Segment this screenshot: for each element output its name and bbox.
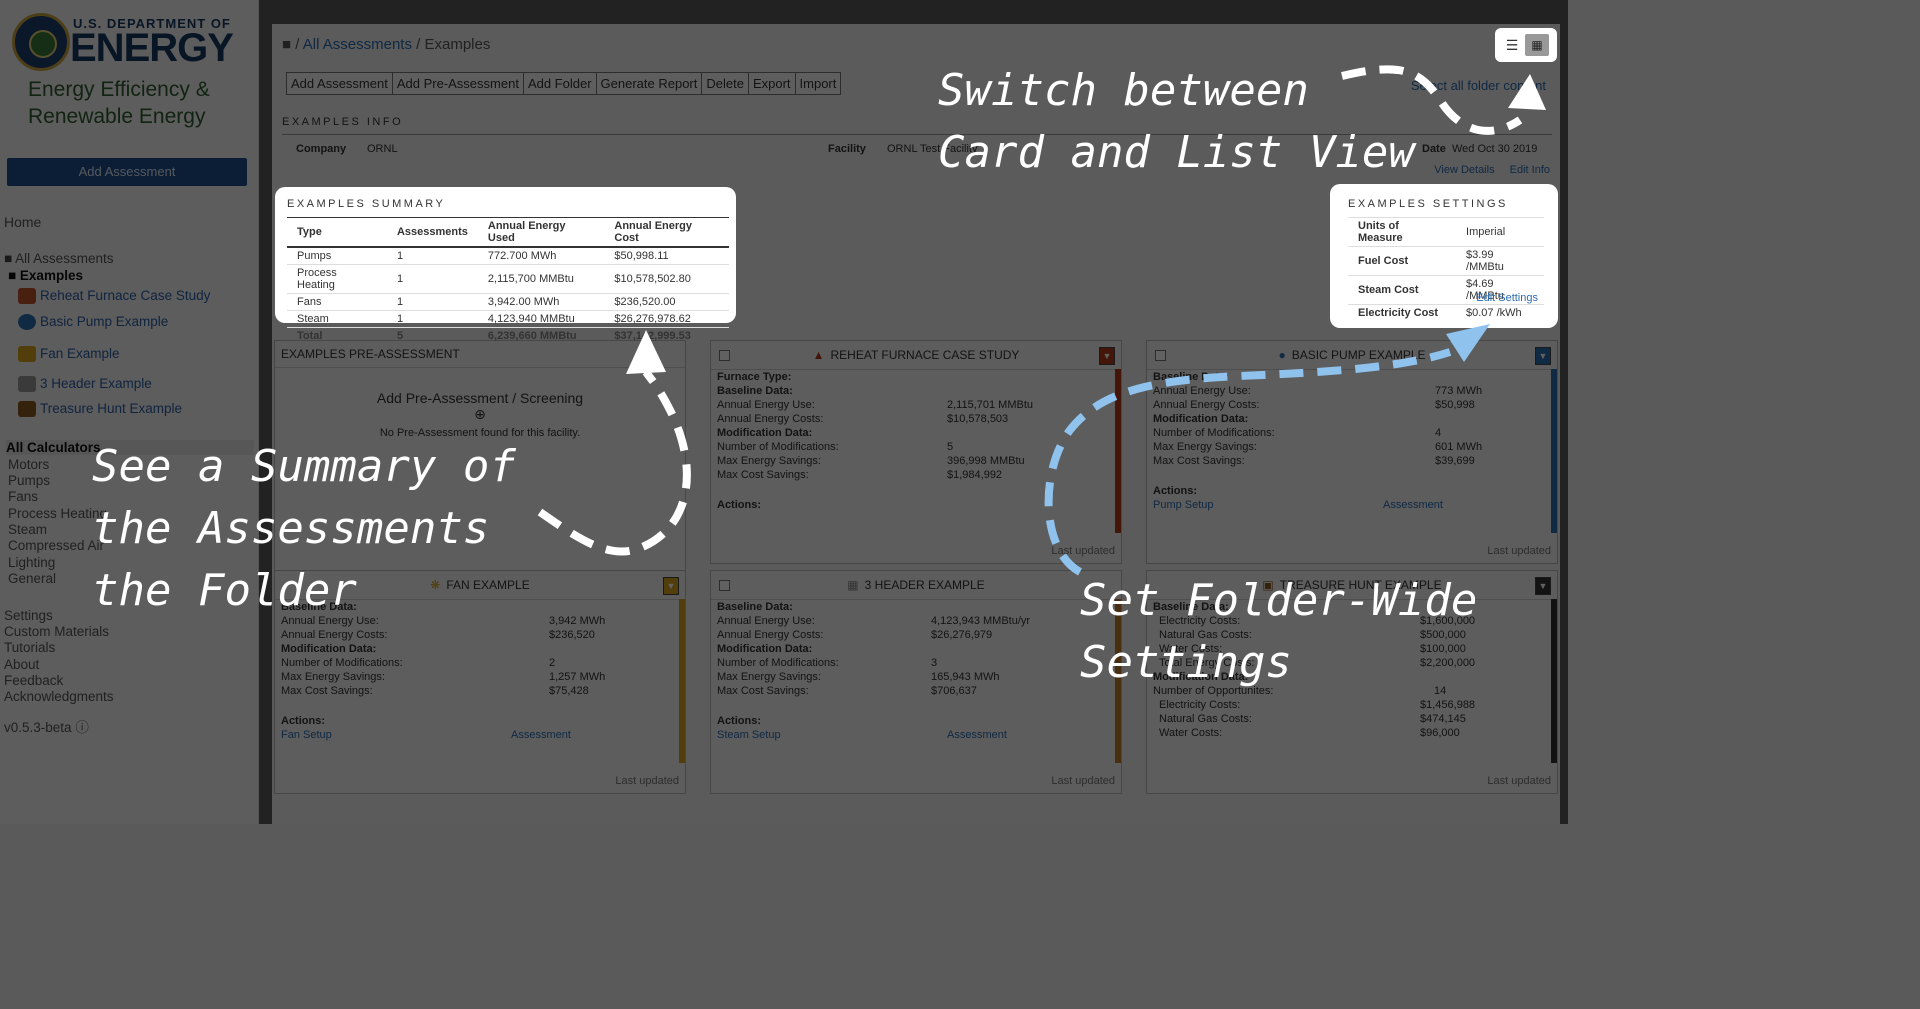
arrow-settings-head bbox=[1446, 324, 1490, 362]
annotation-line: Set Folder-Wide bbox=[1080, 575, 1478, 626]
annotation-line: Switch between bbox=[938, 65, 1309, 116]
annotation-line: See a Summary of bbox=[92, 441, 516, 492]
arrow-summary bbox=[537, 369, 691, 556]
annotation-line: the Folder bbox=[92, 565, 357, 616]
annotation-summary: See a Summary of the Assessments the Fol… bbox=[92, 436, 516, 622]
annotation-switch-view: Switch between Card and List View bbox=[938, 60, 1415, 184]
annotation-line: Card and List View bbox=[938, 127, 1415, 178]
annotation-settings: Set Folder-Wide Settings bbox=[1080, 570, 1477, 694]
annotation-line: Settings bbox=[1080, 637, 1292, 688]
arrow-switch-view-head bbox=[1508, 74, 1546, 110]
arrow-summary-head bbox=[626, 330, 666, 374]
arrow-settings bbox=[1044, 348, 1452, 576]
annotation-line: the Assessments bbox=[92, 503, 490, 554]
